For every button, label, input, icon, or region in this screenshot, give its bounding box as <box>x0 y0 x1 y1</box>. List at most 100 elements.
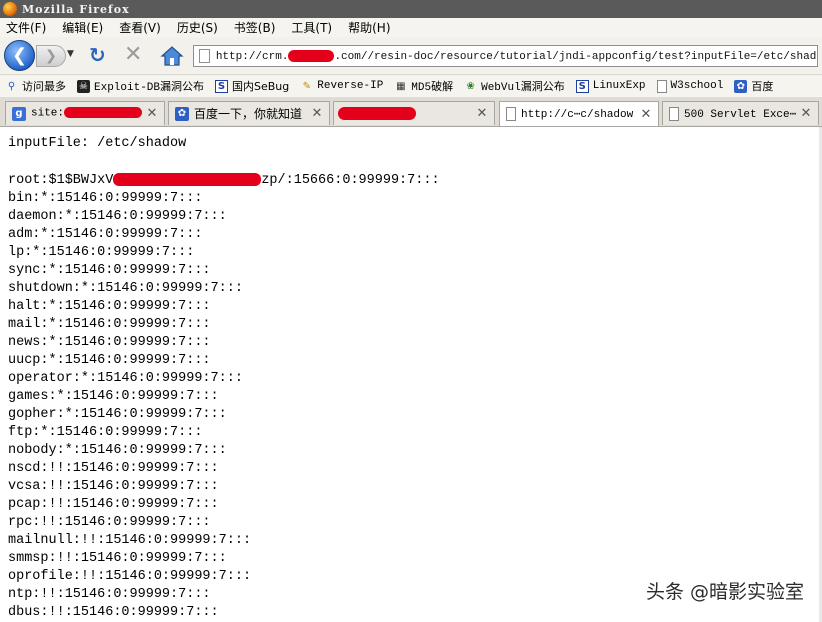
menu-edit[interactable]: 编辑(E) <box>62 19 103 36</box>
shadow-line: mail:*:15146:0:99999:7::: <box>8 317 211 332</box>
shadow-line: pcap:!!:15146:0:99999:7::: <box>8 497 219 512</box>
bookmark-label: Reverse-IP <box>317 80 384 92</box>
reload-button[interactable]: ↻ <box>89 45 106 65</box>
paw-icon: ✿ <box>175 106 189 121</box>
tab-redacted[interactable]: ✕ <box>333 101 495 125</box>
shadow-line: smmsp:!!:15146:0:99999:7::: <box>8 551 227 566</box>
bookmarks-toolbar: ⚲ 访问最多 ☠ Exploit-DB漏洞公布 S 国内SeBug ✎ Reve… <box>0 75 822 98</box>
bookmark-label: LinuxExp <box>592 80 646 92</box>
shadow-line: games:*:15146:0:99999:7::: <box>8 389 219 404</box>
grid-icon: ▦ <box>396 80 406 92</box>
shadow-line: oprofile:!!:15146:0:99999:7::: <box>8 569 252 584</box>
shadow-line: nscd:!!:15146:0:99999:7::: <box>8 461 219 476</box>
bookmark-most-visited[interactable]: ⚲ 访问最多 <box>5 78 66 94</box>
menu-bookmarks[interactable]: 书签(B) <box>234 19 276 36</box>
bookmark-sebug[interactable]: S 国内SeBug <box>215 78 289 94</box>
close-icon[interactable]: ✕ <box>639 107 653 122</box>
bookmark-baidu[interactable]: ✿ 百度 <box>734 78 773 94</box>
url-bar[interactable]: http://crm. .com//resin-doc/resource/tuto… <box>193 45 818 67</box>
exploit-db-icon: ☠ <box>77 79 90 93</box>
shadow-line: gopher:*:15146:0:99999:7::: <box>8 407 227 422</box>
tab-title: 百度一下，你就知道 <box>194 107 303 121</box>
shadow-line: halt:*:15146:0:99999:7::: <box>8 299 211 314</box>
bookmark-reverse-ip[interactable]: ✎ Reverse-IP <box>300 80 384 93</box>
bug-icon: ❀ <box>466 80 475 92</box>
close-icon[interactable]: ✕ <box>145 106 159 121</box>
redaction-mark <box>288 49 335 62</box>
tab-servlet-error[interactable]: 500 Servlet Exce⋯ ✕ <box>662 101 819 125</box>
shadow-line: vcsa:!!:15146:0:99999:7::: <box>8 479 219 494</box>
shadow-line-root: root:$1$BWJxV zp/:15666:0:99999:7::: <box>8 172 440 188</box>
shadow-line: bin:*:15146:0:99999:7::: <box>8 191 203 206</box>
tab-title: site: <box>31 107 145 120</box>
shadow-line: lp:*:15146:0:99999:7::: <box>8 245 195 260</box>
arrow-left-icon: ❮ <box>11 45 28 66</box>
menu-view[interactable]: 查看(V) <box>119 19 161 36</box>
shadow-line: shutdown:*:15146:0:99999:7::: <box>8 281 243 296</box>
close-icon[interactable]: ✕ <box>310 106 324 121</box>
history-dropdown-icon[interactable]: ▼ <box>67 49 74 59</box>
close-icon[interactable]: ✕ <box>475 106 489 121</box>
page-icon <box>199 49 210 63</box>
bookmark-md5[interactable]: ▦ MD5破解 <box>394 78 454 95</box>
shadow-line: operator:*:15146:0:99999:7::: <box>8 371 243 386</box>
search-icon: ⚲ <box>7 80 16 92</box>
redaction-mark <box>113 172 262 186</box>
forward-button[interactable]: ❯ <box>36 45 66 67</box>
shadow-line: ntp:!!:15146:0:99999:7::: <box>8 587 211 602</box>
shadow-line: ftp:*:15146:0:99999:7::: <box>8 425 203 440</box>
shadow-line: nobody:*:15146:0:99999:7::: <box>8 443 227 458</box>
paw-icon: ✿ <box>734 79 748 93</box>
s-icon: S <box>215 79 229 93</box>
page-content: inputFile: /etc/shadow root:$1$BWJxV zp/:… <box>0 127 822 622</box>
navigation-toolbar: ❮ ❯ ▼ ↻ ✕ http://crm. .com//resin-doc/res… <box>0 37 822 75</box>
url-text[interactable]: http://crm. .com//resin-doc/resource/tuto… <box>216 49 817 62</box>
tab-shadow[interactable]: http://c⋯c/shadow ✕ <box>499 101 659 126</box>
tab-bar: g site: ✕ ✿ 百度一下，你就知道 ✕ ✕ http://c⋯c/sha… <box>0 98 822 127</box>
back-button[interactable]: ❮ <box>4 40 35 71</box>
bookmark-label: 访问最多 <box>22 80 66 93</box>
shadow-line: daemon:*:15146:0:99999:7::: <box>8 209 227 224</box>
bookmark-exploit-db[interactable]: ☠ Exploit-DB漏洞公布 <box>77 78 204 94</box>
window-title: Mozilla Firefox <box>22 2 130 16</box>
home-icon[interactable] <box>160 45 184 67</box>
tab-title <box>334 106 475 120</box>
shadow-line: news:*:15146:0:99999:7::: <box>8 335 211 350</box>
arrow-right-icon: ❯ <box>45 48 57 64</box>
shadow-line: uucp:*:15146:0:99999:7::: <box>8 353 211 368</box>
menu-tools[interactable]: 工具(T) <box>291 19 332 36</box>
menu-history[interactable]: 历史(S) <box>177 19 218 36</box>
tab-google-site[interactable]: g site: ✕ <box>5 101 165 125</box>
shadow-line: dbus:!!:15146:0:99999:7::: <box>8 605 219 620</box>
bookmark-webvul[interactable]: ❀ WebVul漏洞公布 <box>464 78 565 95</box>
menu-bar: 文件(F) 编辑(E) 查看(V) 历史(S) 书签(B) 工具(T) 帮助(H… <box>0 18 822 37</box>
google-icon: g <box>12 106 26 121</box>
bookmark-label: 百度 <box>751 80 774 93</box>
s-icon: S <box>575 79 589 93</box>
tab-title: http://c⋯c/shadow <box>521 109 634 121</box>
tab-baidu[interactable]: ✿ 百度一下，你就知道 ✕ <box>168 101 330 125</box>
bookmark-w3school[interactable]: W3school <box>656 79 724 93</box>
tab-title: 500 Servlet Exce⋯ <box>684 108 797 121</box>
page-icon <box>506 107 516 121</box>
shadow-line: adm:*:15146:0:99999:7::: <box>8 227 203 242</box>
stop-button[interactable]: ✕ <box>124 44 142 66</box>
close-icon[interactable]: ✕ <box>799 106 813 121</box>
menu-file[interactable]: 文件(F) <box>6 19 46 36</box>
firefox-logo-icon <box>3 2 17 16</box>
bookmark-label: Exploit-DB漏洞公布 <box>94 82 205 94</box>
bookmark-label: 国内SeBug <box>232 80 290 93</box>
bookmark-label: MD5破解 <box>411 82 454 94</box>
watermark: 头条 @暗影实验室 <box>645 581 804 603</box>
shadow-line: rpc:!!:15146:0:99999:7::: <box>8 515 211 530</box>
input-file-line: inputFile: /etc/shadow <box>8 136 187 151</box>
bookmark-label: WebVul漏洞公布 <box>481 82 565 94</box>
page-icon <box>656 79 667 93</box>
shadow-file-contents: root:$1$BWJxV zp/:15666:0:99999:7::: bin:… <box>8 172 440 622</box>
shadow-line: sync:*:15146:0:99999:7::: <box>8 263 211 278</box>
bookmark-linuxexp[interactable]: S LinuxExp <box>575 79 646 93</box>
redaction-mark <box>64 107 143 119</box>
menu-help[interactable]: 帮助(H) <box>348 19 390 36</box>
redaction-mark <box>338 106 416 120</box>
bookmark-label: W3school <box>670 80 724 92</box>
